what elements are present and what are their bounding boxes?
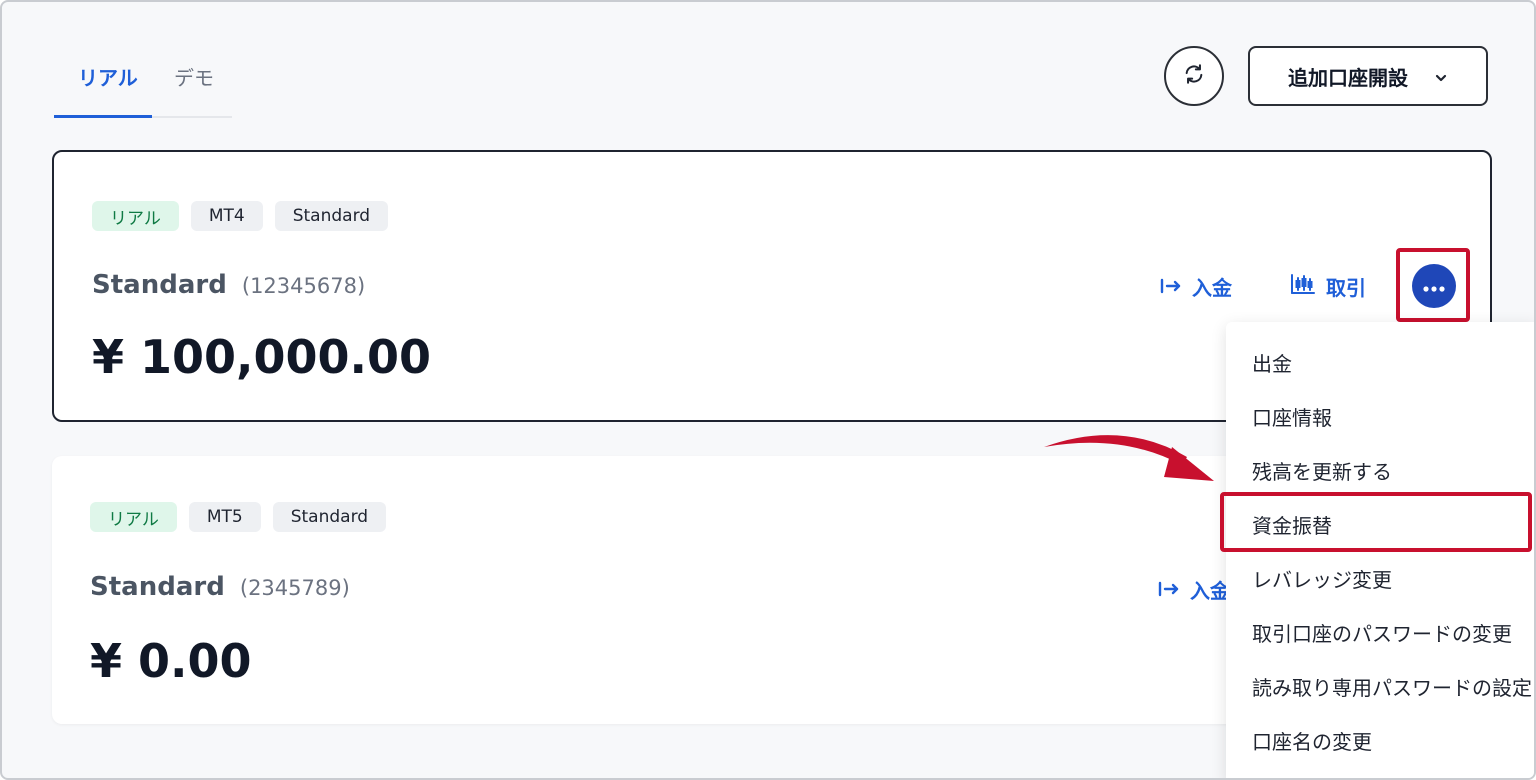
badge-real: リアル bbox=[90, 502, 177, 532]
fund-transfer-highlight bbox=[1220, 492, 1532, 552]
account-number: (2345789) bbox=[239, 576, 350, 600]
deposit-icon bbox=[1160, 275, 1182, 299]
account-name-text: Standard bbox=[90, 572, 225, 602]
badge-account-type: Standard bbox=[272, 502, 387, 532]
chevron-down-icon bbox=[1434, 64, 1448, 88]
deposit-label: 入金 bbox=[1192, 276, 1232, 300]
active-tab-indicator bbox=[54, 115, 152, 118]
app-frame: リアル デモ 追加口座開設 リアル MT4 Standard Standard … bbox=[0, 0, 1536, 780]
trade-label: 取引 bbox=[1326, 276, 1366, 300]
account-badges: リアル MT4 Standard bbox=[92, 201, 389, 231]
badge-platform: MT5 bbox=[188, 502, 261, 532]
account-balance: ¥ 100,000.00 bbox=[92, 330, 432, 384]
badge-platform: MT4 bbox=[190, 201, 263, 231]
deposit-button[interactable]: 入金 bbox=[1158, 575, 1230, 604]
annotation-arrow-icon bbox=[1044, 435, 1214, 481]
add-account-label: 追加口座開設 bbox=[1288, 65, 1408, 90]
account-type-tabs: リアル デモ bbox=[54, 52, 232, 118]
more-horizontal-icon bbox=[1423, 277, 1445, 296]
menu-item-rename-account[interactable]: 口座名の変更 bbox=[1252, 726, 1372, 755]
badge-real: リアル bbox=[92, 201, 179, 231]
add-account-button[interactable]: 追加口座開設 bbox=[1248, 46, 1488, 106]
deposit-icon bbox=[1158, 578, 1180, 602]
menu-item-change-trading-password[interactable]: 取引口座のパスワードの変更 bbox=[1252, 618, 1512, 647]
menu-item-set-readonly-password[interactable]: 読み取り専用パスワードの設定 bbox=[1252, 672, 1532, 701]
tab-demo[interactable]: デモ bbox=[174, 62, 214, 91]
menu-item-account-info[interactable]: 口座情報 bbox=[1252, 402, 1332, 431]
refresh-icon bbox=[1183, 63, 1205, 89]
refresh-button[interactable] bbox=[1164, 46, 1224, 106]
menu-item-refresh-balance[interactable]: 残高を更新する bbox=[1252, 456, 1392, 485]
deposit-label: 入金 bbox=[1190, 579, 1230, 603]
account-number: (12345678) bbox=[241, 274, 366, 298]
trade-button[interactable]: 取引 bbox=[1290, 272, 1366, 301]
account-name: Standard (2345789) bbox=[90, 572, 350, 602]
account-badges: リアル MT5 Standard bbox=[90, 502, 387, 532]
menu-item-withdraw[interactable]: 出金 bbox=[1252, 348, 1292, 377]
account-name: Standard (12345678) bbox=[92, 270, 365, 300]
candlestick-chart-icon bbox=[1290, 273, 1316, 300]
deposit-button[interactable]: 入金 bbox=[1160, 272, 1232, 301]
tab-real[interactable]: リアル bbox=[78, 62, 138, 91]
more-options-button[interactable] bbox=[1412, 264, 1456, 308]
account-balance: ¥ 0.00 bbox=[90, 634, 252, 688]
badge-account-type: Standard bbox=[274, 201, 389, 231]
account-name-text: Standard bbox=[92, 270, 227, 300]
menu-item-change-leverage[interactable]: レバレッジ変更 bbox=[1252, 564, 1392, 593]
